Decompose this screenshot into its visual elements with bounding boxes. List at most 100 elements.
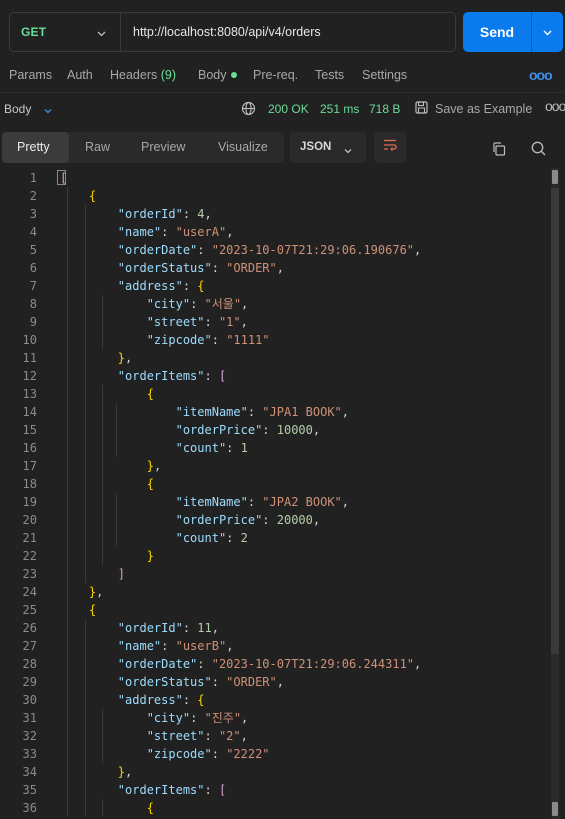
- chevron-down-icon[interactable]: [43, 105, 53, 119]
- mode-visualize[interactable]: Visualize: [218, 140, 268, 154]
- line-number: 31: [22, 711, 37, 725]
- code-line: "itemName": "JPA2 BOOK",: [175, 495, 350, 509]
- search-icon[interactable]: [530, 140, 547, 162]
- code-line: },: [146, 459, 162, 473]
- line-number: 5: [29, 243, 37, 257]
- copy-icon[interactable]: [491, 141, 507, 162]
- line-number: 23: [22, 567, 37, 581]
- line-number: 35: [22, 783, 37, 797]
- code-line: {: [146, 387, 154, 401]
- code-line: "orderDate": "2023-10-07T21:29:06.244311…: [117, 657, 422, 671]
- line-number: 32: [22, 729, 37, 743]
- line-number: 33: [22, 747, 37, 761]
- scroll-down-arrow[interactable]: [552, 802, 558, 816]
- code-line: "orderItems": [: [117, 369, 227, 383]
- line-number: 3: [29, 207, 37, 221]
- line-number: 2: [29, 189, 37, 203]
- format-label: JSON: [300, 141, 332, 153]
- save-as-example-button[interactable]: Save as Example: [435, 102, 532, 116]
- tab-prereq[interactable]: Pre-req.: [253, 68, 298, 82]
- response-body-dropdown[interactable]: Body: [4, 102, 31, 116]
- mode-preview[interactable]: Preview: [141, 140, 185, 154]
- code-line: "street": "1",: [146, 315, 248, 329]
- request-tabs: Params Auth Headers (9) Body Pre-req. Te…: [0, 63, 565, 89]
- response-size[interactable]: 718 B: [369, 102, 400, 116]
- line-number: 18: [22, 477, 37, 491]
- headers-count-badge: (9): [160, 68, 177, 82]
- line-number: 22: [22, 549, 37, 563]
- line-number: 1: [29, 171, 37, 185]
- tab-tests[interactable]: Tests: [315, 68, 344, 82]
- format-select[interactable]: JSON: [290, 132, 366, 163]
- code-line: "orderStatus": "ORDER",: [117, 675, 284, 689]
- line-number: 9: [29, 315, 37, 329]
- line-number: 25: [22, 603, 37, 617]
- code-line: [: [60, 171, 68, 185]
- code-line: }: [146, 549, 154, 563]
- url-input[interactable]: http://localhost:8080/api/v4/orders: [121, 25, 321, 39]
- response-body-code[interactable]: 1[2 {3 "orderId": 4, 4 "name": "userA", 5 …: [0, 168, 565, 819]
- line-number: 26: [22, 621, 37, 635]
- send-button[interactable]: Send: [463, 12, 563, 52]
- method-select[interactable]: GET: [10, 13, 121, 51]
- code-line: },: [117, 765, 133, 779]
- code-line: "orderPrice": 20000,: [175, 513, 321, 527]
- mode-pretty[interactable]: Pretty: [17, 140, 50, 154]
- line-number: 8: [29, 297, 37, 311]
- line-number: 7: [29, 279, 37, 293]
- code-line: "count": 2: [175, 531, 248, 545]
- code-line: ]: [117, 567, 126, 581]
- line-number: 6: [29, 261, 37, 275]
- response-time[interactable]: 251 ms: [320, 102, 359, 116]
- chevron-down-icon[interactable]: [532, 27, 563, 38]
- tab-body-label: Body: [198, 68, 227, 82]
- wrap-lines-button[interactable]: [374, 132, 406, 163]
- line-number: 21: [22, 531, 37, 545]
- tab-headers[interactable]: Headers (9): [110, 68, 176, 82]
- code-line: },: [117, 351, 133, 365]
- code-line: "count": 1: [175, 441, 248, 455]
- more-tabs-button[interactable]: ooo: [529, 67, 553, 83]
- line-number: 4: [29, 225, 37, 239]
- code-line: "orderDate": "2023-10-07T21:29:06.190676…: [117, 243, 422, 257]
- code-line: {: [88, 189, 97, 203]
- code-line: {: [88, 603, 97, 617]
- code-line: "name": "userB",: [117, 639, 234, 653]
- code-line: "street": "2",: [146, 729, 248, 743]
- line-number: 17: [22, 459, 37, 473]
- code-line: "name": "userA",: [117, 225, 234, 239]
- body-indicator-dot: [230, 72, 237, 78]
- tab-settings[interactable]: Settings: [362, 68, 407, 82]
- globe-icon[interactable]: [241, 101, 256, 119]
- code-line: "orderItems": [: [117, 783, 227, 797]
- line-number: 15: [22, 423, 37, 437]
- code-line: "zipcode": "2222": [146, 747, 270, 761]
- line-number: 30: [22, 693, 37, 707]
- line-number: 13: [22, 387, 37, 401]
- code-line: {: [146, 477, 154, 491]
- line-number: 36: [22, 801, 37, 815]
- wrap-lines-icon: [382, 137, 398, 158]
- line-number: 29: [22, 675, 37, 689]
- tab-body[interactable]: Body: [198, 68, 237, 82]
- scroll-up-arrow[interactable]: [552, 170, 558, 184]
- response-more-button[interactable]: ooo: [545, 98, 565, 114]
- line-number: 27: [22, 639, 37, 653]
- scrollbar-thumb[interactable]: [551, 188, 559, 654]
- viewer-toolbar: Pretty Raw Preview Visualize JSON: [0, 132, 565, 166]
- method-label: GET: [21, 25, 47, 39]
- chevron-down-icon: [343, 144, 353, 162]
- save-icon[interactable]: [414, 100, 429, 118]
- tab-auth[interactable]: Auth: [67, 68, 93, 82]
- line-number: 34: [22, 765, 37, 779]
- code-line: "orderPrice": 10000,: [175, 423, 321, 437]
- mode-raw[interactable]: Raw: [85, 140, 110, 154]
- code-line: "city": "진주",: [146, 711, 249, 725]
- send-label: Send: [479, 24, 515, 40]
- divider: [0, 92, 565, 93]
- response-header: Body 200 OK 251 ms 718 B Save as Example…: [0, 96, 565, 122]
- line-number: 16: [22, 441, 37, 455]
- status-badge[interactable]: 200 OK: [268, 102, 309, 116]
- tab-params[interactable]: Params: [9, 68, 52, 82]
- vertical-scrollbar[interactable]: [551, 168, 559, 819]
